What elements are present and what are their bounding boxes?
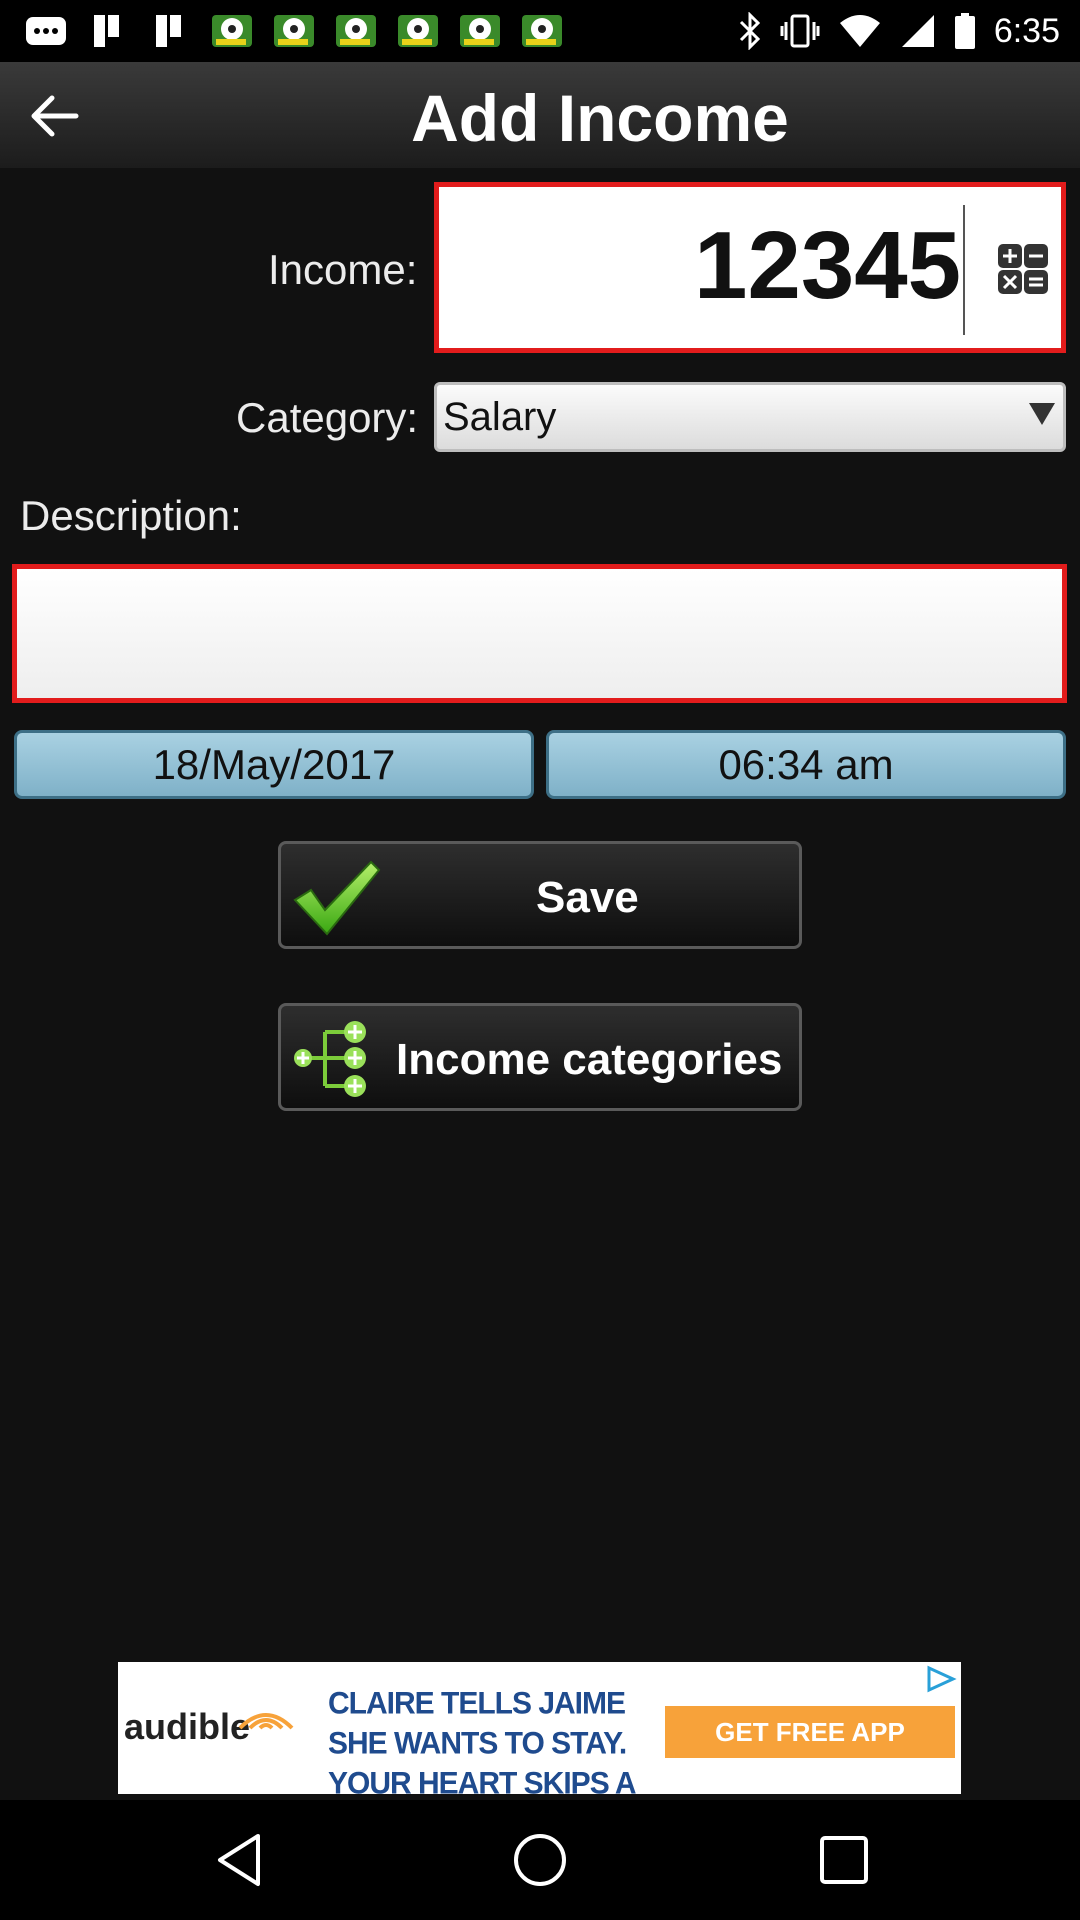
status-bar: 6:35	[0, 0, 1080, 62]
income-value: 12345	[694, 212, 961, 319]
soccer-icon	[272, 11, 316, 51]
bookmark-icon	[86, 11, 130, 51]
recents-nav-icon[interactable]	[814, 1830, 874, 1890]
app-icon	[24, 11, 68, 51]
soccer-icon	[396, 11, 440, 51]
notification-icons	[24, 11, 564, 51]
description-label: Description:	[20, 492, 242, 539]
ad-text: CLAIRE TELLS JAIME SHE WANTS TO STAY. YO…	[328, 1686, 635, 1794]
status-time: 6:35	[993, 11, 1060, 50]
home-nav-icon[interactable]	[510, 1830, 570, 1890]
text-cursor	[963, 205, 965, 335]
page-title: Add Income	[411, 81, 789, 155]
calculator-icon	[998, 244, 1048, 294]
screen: 6:35 Add Income Income: 12345 Category: …	[0, 0, 1080, 1920]
ad-banner[interactable]: audible CLAIRE TELLS JAIME SHE WANTS TO …	[118, 1662, 961, 1794]
time-button[interactable]: 06:34 am	[546, 730, 1066, 799]
soccer-icon	[520, 11, 564, 51]
vibrate-icon	[780, 14, 820, 48]
bookmark-icon	[148, 11, 192, 51]
back-nav-icon[interactable]	[210, 1830, 270, 1890]
income-label: Income:	[268, 246, 418, 293]
income-categories-button[interactable]: Income categories	[278, 1003, 802, 1111]
save-button[interactable]: Save	[278, 841, 802, 949]
soccer-icon	[458, 11, 502, 51]
soccer-icon	[334, 11, 378, 51]
checkmark-icon	[293, 860, 381, 936]
signal-icon	[901, 15, 934, 47]
system-icons: 6:35	[738, 12, 1060, 51]
income-categories-label: Income categories	[396, 1035, 783, 1084]
nav-bar	[0, 1800, 1080, 1920]
category-value: Salary	[443, 394, 557, 439]
ad-brand: audible	[124, 1706, 251, 1747]
audible-logo-icon	[238, 1713, 294, 1730]
ad-choices-icon[interactable]	[923, 1664, 959, 1694]
calculator-button[interactable]	[997, 243, 1049, 295]
soccer-icon	[210, 11, 254, 51]
date-button[interactable]: 18/May/2017	[14, 730, 534, 799]
ad-cta-button[interactable]: GET FREE APP	[665, 1706, 955, 1758]
app-header: Add Income	[0, 62, 1080, 168]
description-input[interactable]	[17, 569, 1062, 698]
income-field[interactable]: 12345	[434, 182, 1066, 353]
tree-icon	[294, 1021, 366, 1097]
description-field[interactable]	[12, 564, 1067, 703]
battery-icon	[954, 13, 975, 49]
save-label: Save	[536, 873, 639, 922]
dropdown-arrow-icon	[1029, 403, 1055, 425]
wifi-icon	[839, 15, 880, 47]
category-dropdown[interactable]: Salary	[434, 382, 1066, 452]
category-label: Category:	[236, 394, 419, 441]
bluetooth-icon	[739, 12, 760, 50]
